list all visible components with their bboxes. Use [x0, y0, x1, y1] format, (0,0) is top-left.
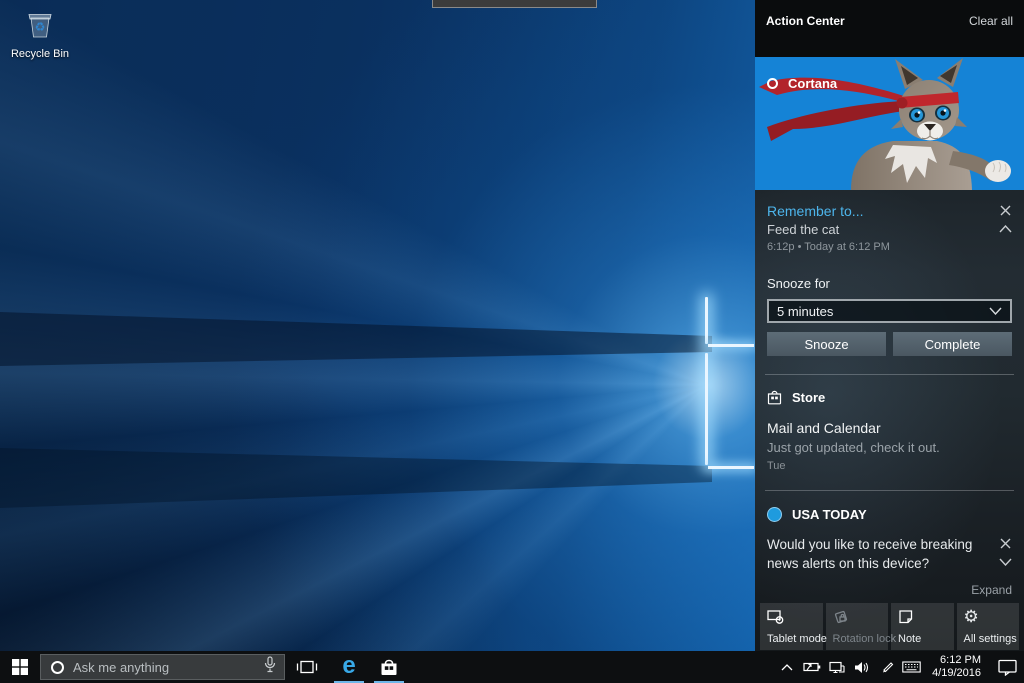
start-button[interactable] — [0, 651, 40, 683]
cortana-app-name: Cortana — [788, 76, 837, 91]
quick-actions-bar: Tablet mode Rotation lock Note ⚙ Al — [755, 603, 1024, 650]
desktop: ♻ Recycle Bin Action Center Clear all — [0, 0, 1024, 683]
usa-today-message: Would you like to receive breaking news … — [767, 535, 989, 573]
task-view-button[interactable] — [285, 651, 329, 683]
usa-today-app-name: USA TODAY — [792, 507, 867, 522]
quick-action-label: Note — [898, 633, 921, 645]
action-center-icon — [998, 659, 1017, 676]
collapse-chevron-up-icon[interactable] — [998, 223, 1012, 235]
wallpaper-window-edge — [705, 353, 708, 465]
cortana-icon — [767, 78, 778, 89]
wallpaper-window-edge — [705, 297, 708, 344]
recycle-bin-label: Recycle Bin — [4, 48, 76, 60]
touch-keyboard-icon[interactable] — [899, 651, 924, 683]
store-notification-title: Mail and Calendar — [767, 420, 1012, 436]
clock-date: 4/19/2016 — [932, 667, 981, 680]
action-center-header: Action Center Clear all — [755, 0, 1024, 57]
store-notification-body: Just got updated, check it out. — [767, 439, 1012, 456]
snooze-duration-value: 5 minutes — [777, 304, 833, 319]
store-bag-icon — [767, 389, 782, 405]
reminder-notification: Remember to... Feed the cat 6:12p • Toda… — [755, 190, 1024, 356]
gear-icon: ⚙ — [964, 609, 979, 625]
show-hidden-icons-chevron[interactable] — [774, 651, 799, 683]
action-center-panel: Action Center Clear all — [755, 0, 1024, 651]
search-input[interactable] — [73, 660, 256, 675]
volume-icon[interactable] — [849, 651, 874, 683]
usa-today-notification[interactable]: USA TODAY Would you like to receive brea… — [755, 491, 1024, 599]
battery-icon[interactable] — [799, 651, 824, 683]
quick-action-rotation-lock[interactable]: Rotation lock — [826, 603, 889, 650]
note-icon — [898, 609, 914, 625]
store-bag-icon — [379, 657, 399, 677]
cortana-app-header: Cortana — [767, 76, 837, 91]
reminder-timestamp: 6:12p • Today at 6:12 PM — [767, 241, 890, 253]
reminder-body: Feed the cat — [767, 221, 890, 238]
recycle-bin-icon: ♻ — [22, 6, 58, 42]
close-icon[interactable] — [998, 204, 1012, 216]
windows-logo-icon — [12, 659, 28, 675]
task-view-icon — [296, 659, 318, 675]
system-tray: 6:12 PM 4/19/2016 — [774, 651, 1024, 683]
cortana-search-box[interactable] — [40, 654, 285, 680]
quick-action-label: Tablet mode — [767, 633, 827, 645]
taskbar-store-button[interactable] — [369, 651, 409, 683]
edge-icon: e — [342, 654, 355, 678]
quick-action-note[interactable]: Note — [891, 603, 954, 650]
network-icon[interactable] — [824, 651, 849, 683]
taskbar-clock[interactable]: 6:12 PM 4/19/2016 — [932, 654, 981, 680]
cortana-ring-icon — [51, 661, 64, 674]
quick-action-tablet-mode[interactable]: Tablet mode — [760, 603, 823, 650]
action-center-title: Action Center — [766, 14, 845, 28]
background-window-sliver[interactable] — [432, 0, 597, 8]
wallpaper-window-edge — [708, 344, 754, 347]
taskbar: e — [0, 651, 1024, 683]
clear-all-button[interactable]: Clear all — [969, 14, 1013, 28]
quick-action-label: Rotation lock — [833, 633, 897, 645]
wallpaper-window-edge — [708, 466, 754, 469]
store-notification[interactable]: Store Mail and Calendar Just got updated… — [755, 375, 1024, 472]
microphone-icon[interactable] — [264, 656, 276, 678]
taskbar-edge-button[interactable]: e — [329, 651, 369, 683]
rotation-lock-icon — [833, 609, 851, 625]
recycle-bin-desktop-icon[interactable]: ♻ Recycle Bin — [4, 6, 76, 60]
action-center-button[interactable] — [990, 651, 1024, 683]
pen-icon[interactable] — [874, 651, 899, 683]
clock-time: 6:12 PM — [932, 654, 981, 667]
quick-action-all-settings[interactable]: ⚙ All settings — [957, 603, 1020, 650]
snooze-duration-select[interactable]: 5 minutes — [767, 299, 1012, 323]
complete-button[interactable]: Complete — [893, 332, 1012, 356]
reminder-title[interactable]: Remember to... — [767, 202, 890, 220]
usa-today-icon — [767, 507, 782, 522]
chevron-down-icon — [989, 307, 1002, 315]
tablet-mode-icon — [767, 609, 785, 625]
quick-action-label: All settings — [964, 633, 1017, 645]
snooze-button[interactable]: Snooze — [767, 332, 886, 356]
expand-link[interactable]: Expand — [971, 583, 1012, 597]
expand-chevron-down-icon[interactable] — [998, 556, 1012, 568]
cortana-notification-banner[interactable]: Cortana — [755, 57, 1024, 190]
svg-text:♻: ♻ — [35, 20, 46, 34]
close-icon[interactable] — [998, 537, 1012, 549]
store-notification-timestamp: Tue — [767, 460, 1012, 472]
snooze-for-label: Snooze for — [767, 276, 1012, 291]
store-app-name: Store — [792, 390, 825, 405]
